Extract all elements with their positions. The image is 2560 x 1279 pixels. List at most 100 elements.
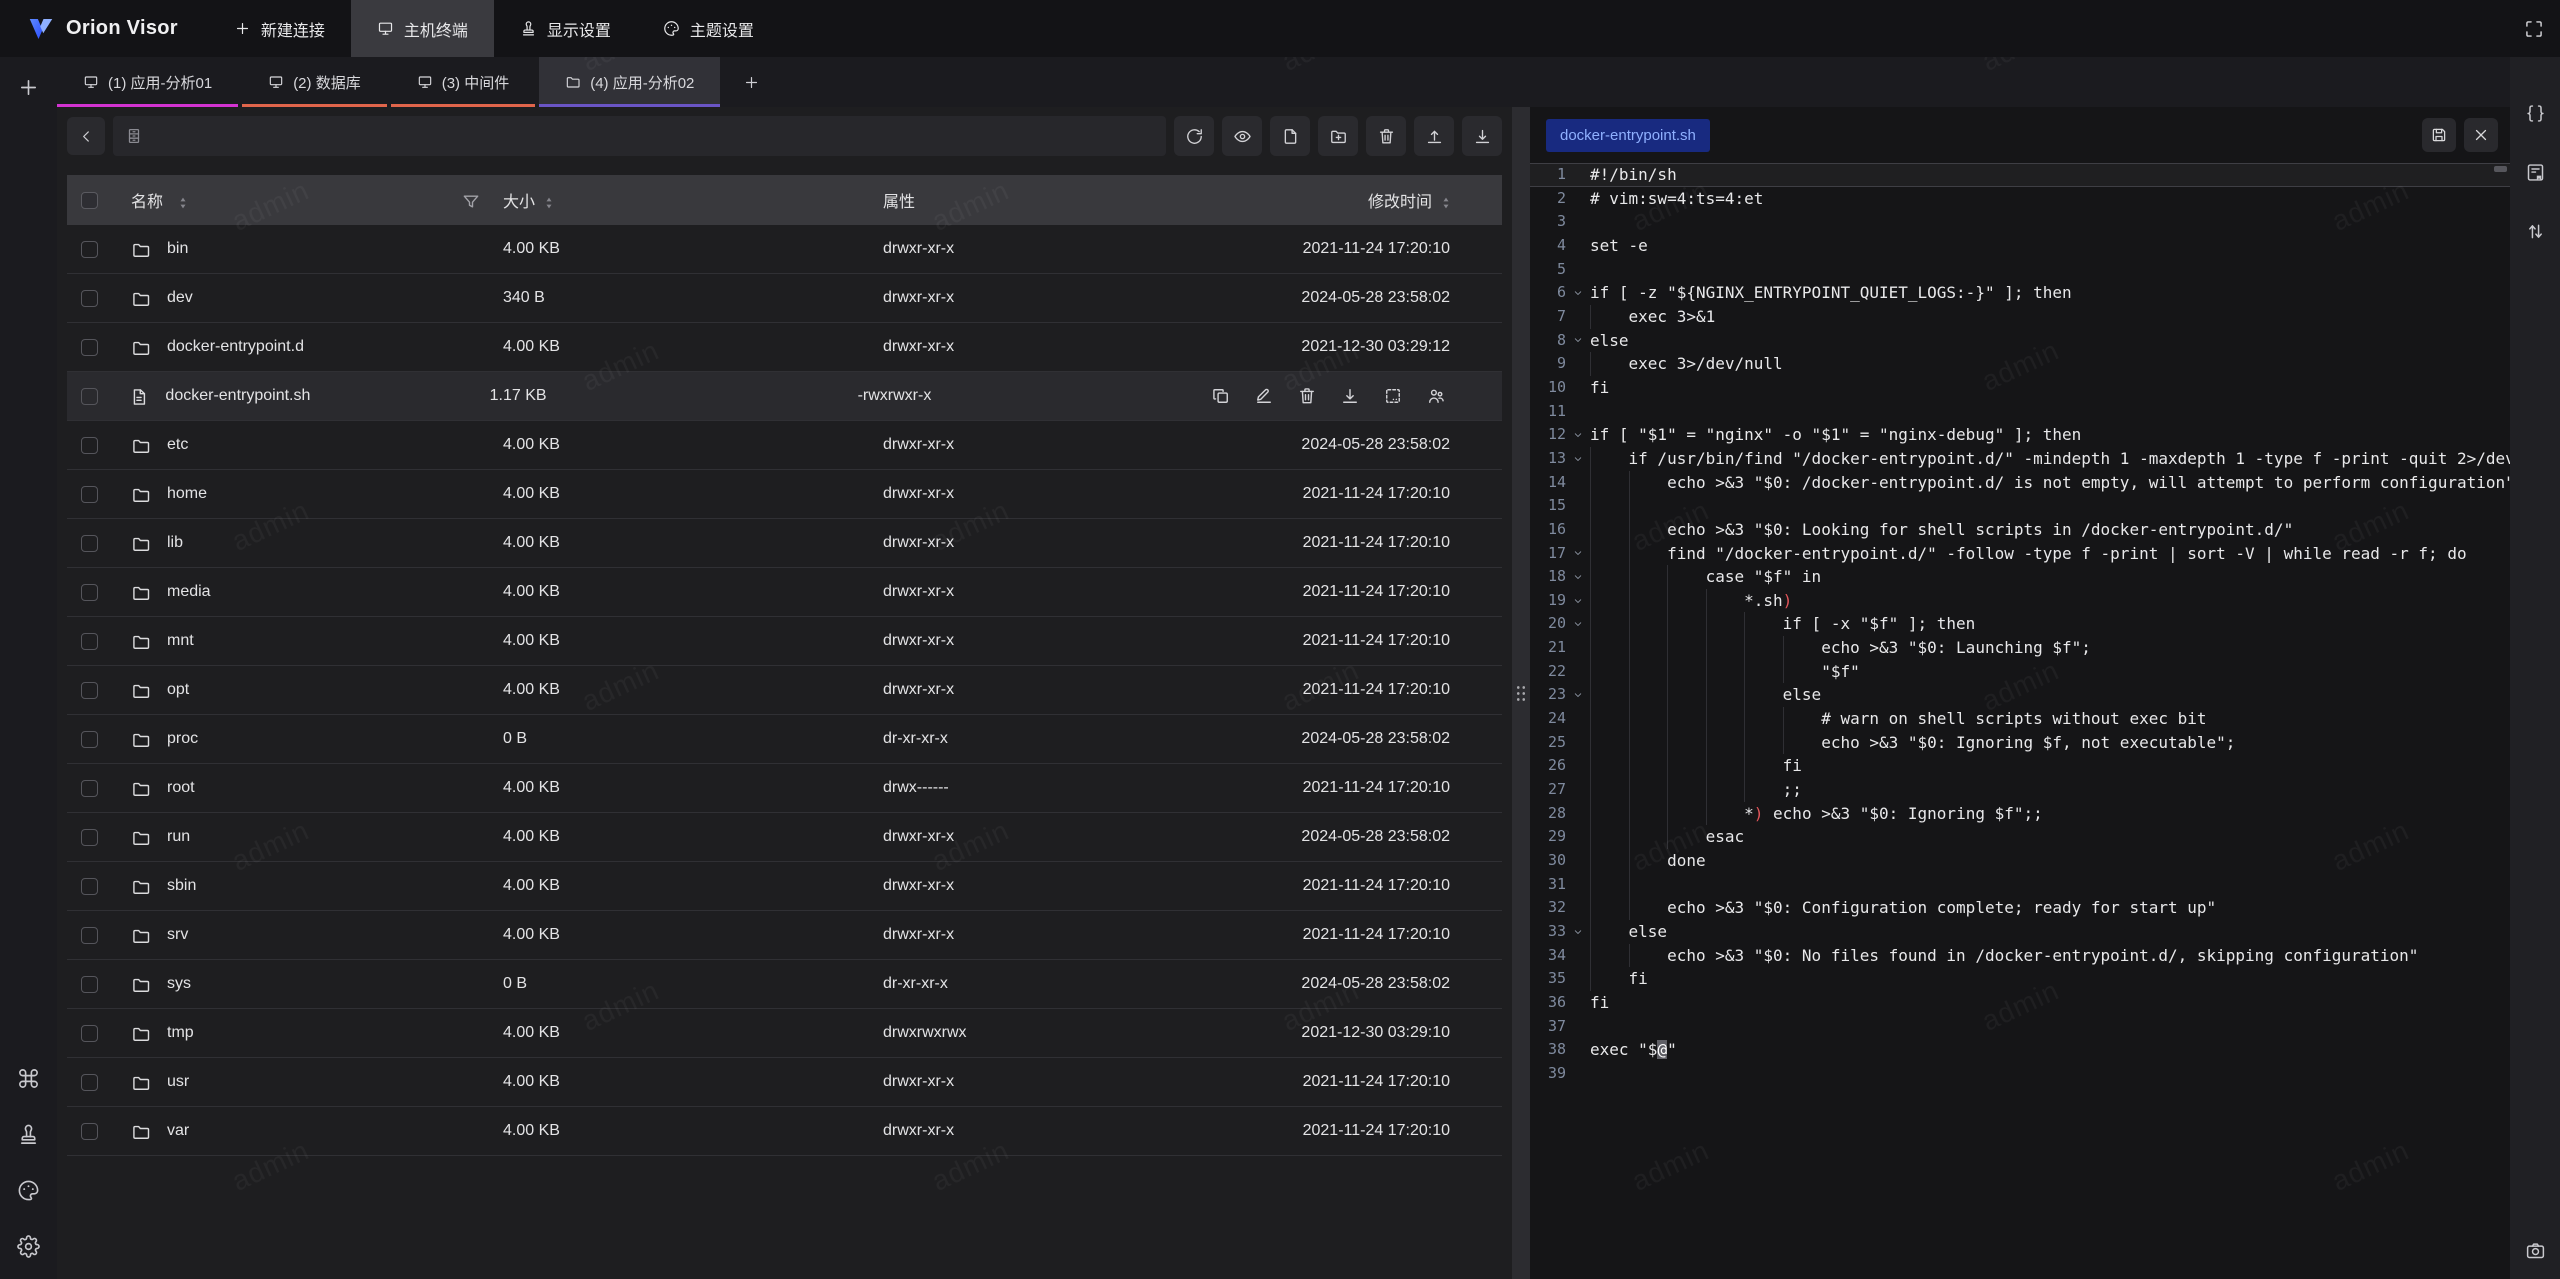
row-checkbox[interactable] [81,535,98,552]
table-row-lib[interactable]: lib4.00 KBdrwxr-xr-x2021-11-24 17:20:10 [67,519,1502,568]
fold-gutter[interactable] [1566,565,1590,589]
row-name-cell[interactable]: etc [131,436,503,454]
table-row-dev[interactable]: dev340 Bdrwxr-xr-x2024-05-28 23:58:02 [67,274,1502,323]
refresh-button[interactable] [1174,116,1214,156]
row-checkbox[interactable] [81,584,98,601]
nav-item-2[interactable]: 显示设置 [494,0,637,57]
back-button[interactable] [67,117,105,155]
sort-caret-icon[interactable] [173,193,187,207]
row-checkbox[interactable] [81,1123,98,1140]
row-name-cell[interactable]: docker-entrypoint.sh [129,387,489,405]
table-row-sys[interactable]: sys0 Bdr-xr-xr-x2024-05-28 23:58:02 [67,960,1502,1009]
row-checkbox[interactable] [81,927,98,944]
row-name-cell[interactable]: root [131,779,503,797]
row-name-cell[interactable]: opt [131,681,503,699]
row-checkbox[interactable] [81,633,98,650]
row-name-cell[interactable]: bin [131,240,503,258]
row-checkbox[interactable] [81,976,98,993]
fold-gutter[interactable] [1566,589,1590,613]
row-checkbox[interactable] [81,437,98,454]
stamp-rail-button[interactable] [12,1117,46,1151]
row-checkbox[interactable] [81,1074,98,1091]
close-editor-button[interactable] [2464,118,2498,152]
header-name[interactable]: 名称 [131,188,503,212]
row-checkbox[interactable] [81,339,98,356]
tab-2[interactable]: (2) 数据库 [242,57,387,107]
fold-gutter[interactable] [1566,447,1590,471]
tab-3[interactable]: (3) 中间件 [391,57,536,107]
row-checkbox[interactable] [81,486,98,503]
select-all-checkbox[interactable] [81,192,98,209]
screenshot-rail-button[interactable] [2525,1240,2546,1261]
tab-4[interactable]: (4) 应用-分析02 [539,57,720,107]
path-input[interactable] [153,128,1154,145]
sort-caret-icon[interactable] [539,193,553,207]
palette-rail-button[interactable] [12,1173,46,1207]
row-name-cell[interactable]: tmp [131,1024,503,1042]
table-row-sbin[interactable]: sbin4.00 KBdrwxr-xr-x2021-11-24 17:20:10 [67,862,1502,911]
row-name-cell[interactable]: mnt [131,632,503,650]
new-file-button[interactable] [1270,116,1310,156]
row-checkbox[interactable] [81,731,98,748]
row-name-cell[interactable]: srv [131,926,503,944]
nav-item-0[interactable]: 新建连接 [208,0,351,57]
fold-gutter[interactable] [1566,920,1590,944]
fullscreen-button[interactable] [2508,0,2560,57]
nav-item-1[interactable]: 主机终端 [351,0,494,57]
row-name-cell[interactable]: dev [131,289,503,307]
download-button[interactable] [1462,116,1502,156]
table-row-tmp[interactable]: tmp4.00 KBdrwxrwxrwx2021-12-30 03:29:10 [67,1009,1502,1058]
sort-arrows-rail-button[interactable] [2525,221,2546,242]
row-name-cell[interactable]: sbin [131,877,503,895]
upload-button[interactable] [1414,116,1454,156]
new-tab-rail-button[interactable] [12,70,46,104]
command-rail-button[interactable] [12,1061,46,1095]
row-name-cell[interactable]: usr [131,1073,503,1091]
fold-gutter[interactable] [1566,542,1590,566]
filter-funnel-icon[interactable] [461,192,477,208]
table-row-usr[interactable]: usr4.00 KBdrwxr-xr-x2021-11-24 17:20:10 [67,1058,1502,1107]
row-checkbox[interactable] [81,780,98,797]
panel-divider[interactable] [1512,107,1530,1279]
table-row-home[interactable]: home4.00 KBdrwxr-xr-x2021-11-24 17:20:10 [67,470,1502,519]
row-checkbox[interactable] [81,290,98,307]
fold-gutter[interactable] [1566,423,1590,447]
fold-gutter[interactable] [1566,281,1590,305]
table-row-var[interactable]: var4.00 KBdrwxr-xr-x2021-11-24 17:20:10 [67,1107,1502,1156]
delete-button[interactable] [1366,116,1406,156]
row-checkbox[interactable] [81,1025,98,1042]
new-folder-button[interactable] [1318,116,1358,156]
header-time[interactable]: 修改时间 [1248,188,1502,212]
row-name-cell[interactable]: proc [131,730,503,748]
nav-item-3[interactable]: 主题设置 [637,0,780,57]
table-row-docker-entrypoint.d[interactable]: docker-entrypoint.d4.00 KBdrwxr-xr-x2021… [67,323,1502,372]
doc-bookmark-rail-button[interactable] [2525,162,2546,183]
table-row-root[interactable]: root4.00 KBdrwx------2021-11-24 17:20:10 [67,764,1502,813]
code-area[interactable]: 1#!/bin/sh2# vim:sw=4:ts=4:et34set -e56i… [1530,163,2510,1279]
gear-rail-button[interactable] [12,1229,46,1263]
preview-button[interactable] [1222,116,1262,156]
save-button[interactable] [2422,118,2456,152]
table-row-mnt[interactable]: mnt4.00 KBdrwxr-xr-x2021-11-24 17:20:10 [67,617,1502,666]
row-checkbox[interactable] [81,829,98,846]
table-row-proc[interactable]: proc0 Bdr-xr-xr-x2024-05-28 23:58:02 [67,715,1502,764]
tab-1[interactable]: (1) 应用-分析01 [57,57,238,107]
new-tab-button[interactable] [724,57,778,107]
row-name-cell[interactable]: home [131,485,503,503]
brand[interactable]: Orion Visor [0,0,208,57]
row-name-cell[interactable]: media [131,583,503,601]
row-checkbox[interactable] [81,388,98,405]
row-name-cell[interactable]: docker-entrypoint.d [131,338,503,356]
row-checkbox[interactable] [81,878,98,895]
braces-rail-button[interactable] [2525,103,2546,124]
row-name-cell[interactable]: var [131,1122,503,1140]
fold-gutter[interactable] [1566,683,1590,707]
table-row-run[interactable]: run4.00 KBdrwxr-xr-x2024-05-28 23:58:02 [67,813,1502,862]
header-size[interactable]: 大小 [503,188,883,212]
table-row-etc[interactable]: etc4.00 KBdrwxr-xr-x2024-05-28 23:58:02 [67,421,1502,470]
row-checkbox[interactable] [81,682,98,699]
sort-caret-icon[interactable] [1436,193,1450,207]
table-row-srv[interactable]: srv4.00 KBdrwxr-xr-x2021-11-24 17:20:10 [67,911,1502,960]
table-row-opt[interactable]: opt4.00 KBdrwxr-xr-x2021-11-24 17:20:10 [67,666,1502,715]
row-name-cell[interactable]: lib [131,534,503,552]
